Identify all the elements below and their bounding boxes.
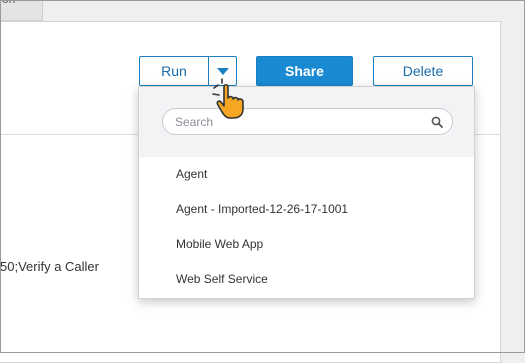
share-button[interactable]: Share <box>256 56 353 86</box>
menu-item-label: Web Self Service <box>176 272 268 286</box>
caret-down-icon <box>216 67 229 75</box>
background-row-text: 50;Verify a Caller <box>0 259 99 274</box>
menu-item-agent[interactable]: Agent <box>139 157 474 191</box>
top-tab-label: on <box>2 0 15 6</box>
run-button[interactable]: Run <box>139 56 209 86</box>
search-icon[interactable] <box>431 116 443 128</box>
menu-item-agent-imported[interactable]: Agent - Imported-12-26-17-1001 <box>139 192 474 226</box>
search-box[interactable] <box>162 108 453 135</box>
menu-item-mobile-web-app[interactable]: Mobile Web App <box>139 227 474 261</box>
menu-item-label: Agent <box>176 167 208 181</box>
top-tab[interactable]: on <box>0 0 43 21</box>
menu-item-web-self-service[interactable]: Web Self Service <box>139 262 474 296</box>
hand-pointer-icon <box>212 78 244 119</box>
dropdown-search-area <box>139 87 474 157</box>
menu-item-label: Mobile Web App <box>176 237 264 251</box>
run-options-dropdown: Agent Agent - Imported-12-26-17-1001 Mob… <box>138 86 475 299</box>
menu-item-label: Agent - Imported-12-26-17-1001 <box>176 202 349 216</box>
delete-button[interactable]: Delete <box>373 56 473 86</box>
